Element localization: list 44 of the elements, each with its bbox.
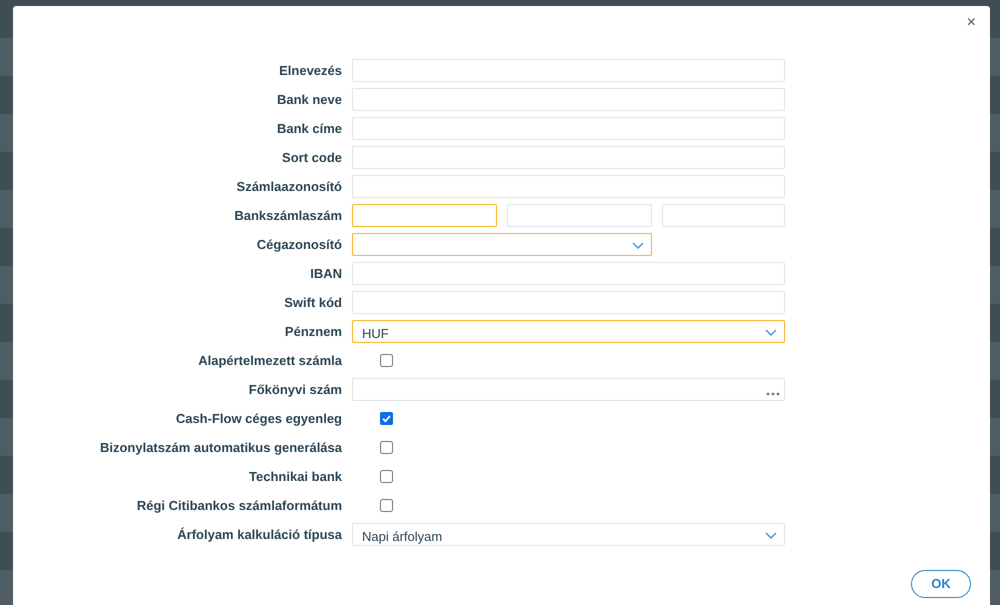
field-label: Bank címe <box>276 120 342 138</box>
input-field[interactable] <box>352 88 785 111</box>
chevron-down-icon <box>765 532 777 539</box>
field-label: Cash-Flow céges egyenleg <box>174 410 342 428</box>
input-field[interactable] <box>352 262 785 285</box>
chevron-down-icon <box>765 329 777 336</box>
more-icon[interactable] <box>766 392 780 396</box>
checkbox[interactable] <box>380 499 393 512</box>
dropdown-value: HUF <box>362 325 389 343</box>
input-field[interactable] <box>352 204 497 227</box>
checkbox[interactable] <box>380 441 393 454</box>
dropdown-value: Napi árfolyam <box>362 528 442 546</box>
field-label: Elnevezés <box>278 62 342 80</box>
dropdown[interactable] <box>352 233 652 256</box>
dropdown[interactable]: HUF <box>352 320 785 343</box>
field-label: Számlaazonosító <box>236 178 342 196</box>
input-field[interactable] <box>352 59 785 82</box>
checkbox[interactable] <box>380 354 393 367</box>
field-label: Árfolyam kalkuláció típusa <box>176 526 342 544</box>
checkbox[interactable] <box>380 412 393 425</box>
input-field[interactable] <box>352 291 785 314</box>
field-label: Technikai bank <box>248 468 342 486</box>
field-label: Swift kód <box>283 294 342 312</box>
field-label: Pénznem <box>284 322 342 341</box>
field-label: Cégazonosító <box>256 236 342 254</box>
ok-button[interactable]: OK <box>911 570 971 598</box>
field-label: IBAN <box>309 264 342 283</box>
field-label: Sort code <box>281 148 342 167</box>
close-button[interactable]: × <box>962 12 980 34</box>
field-label: Bizonylatszám automatikus generálása <box>98 438 342 457</box>
field-label: Bank neve <box>276 90 342 109</box>
field-label: Főkönyvi szám <box>248 380 342 399</box>
dropdown[interactable]: Napi árfolyam <box>352 523 785 546</box>
field-label: Régi Citibankos számlaformátum <box>136 496 342 515</box>
field-label: Alapértelmezett számla <box>197 352 342 370</box>
input-field[interactable] <box>507 204 652 227</box>
lookup-field[interactable] <box>352 378 785 401</box>
chevron-down-icon <box>632 242 644 249</box>
input-field[interactable] <box>352 175 785 198</box>
checkbox[interactable] <box>380 470 393 483</box>
input-field[interactable] <box>352 146 785 169</box>
field-label: Bankszámlaszám <box>233 206 342 225</box>
input-field[interactable] <box>352 117 785 140</box>
input-field[interactable] <box>662 204 785 227</box>
